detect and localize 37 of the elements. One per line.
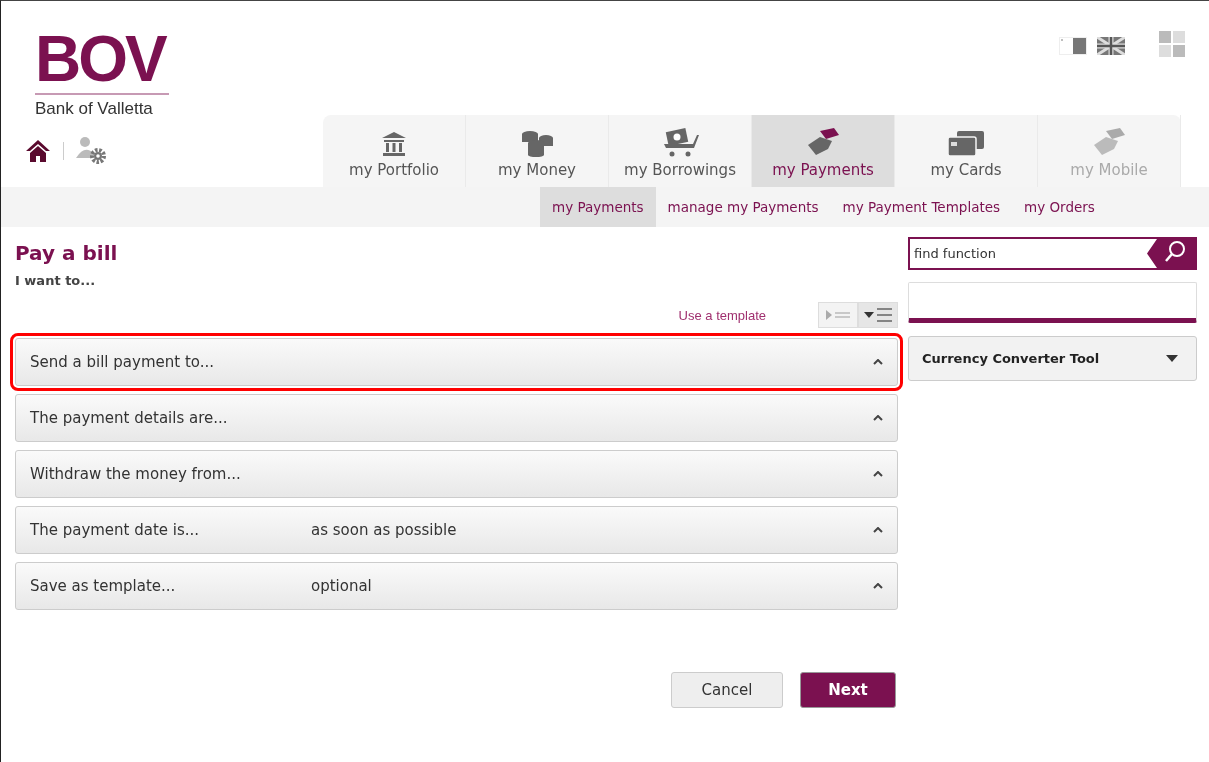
credit-cards-icon: [947, 129, 985, 157]
subnav-tab[interactable]: my Payments: [540, 187, 656, 227]
accordion-section[interactable]: The payment date is... as soon as possible: [15, 506, 898, 554]
chevron-up-icon: [873, 359, 883, 365]
use-template-link[interactable]: Use a template: [678, 307, 766, 323]
user-settings-icon[interactable]: [76, 136, 108, 166]
collapsed-list-icon: [825, 309, 851, 321]
subnav-tab[interactable]: my Orders: [1012, 187, 1107, 227]
hand-payment-icon: [1092, 127, 1126, 157]
chevron-up-icon: [873, 415, 883, 421]
accordion-section[interactable]: Save as template... optional: [15, 562, 898, 610]
search-icon[interactable]: [1147, 237, 1197, 270]
cart-icon: [661, 127, 699, 157]
expand-all-button[interactable]: [858, 302, 898, 328]
caret-icon: [1166, 355, 1178, 362]
subnav-tab[interactable]: manage my Payments: [655, 187, 831, 227]
page-title: Pay a bill: [15, 241, 119, 265]
uk-flag-icon[interactable]: [1097, 37, 1125, 55]
expanded-list-icon: [863, 307, 893, 323]
widget-dropdown[interactable]: Currency Converter Tool: [908, 336, 1197, 381]
nav-tab[interactable]: my Payments: [752, 115, 895, 187]
bank-icon: [381, 131, 407, 157]
page-subtitle: I want to...: [15, 273, 97, 288]
search-field[interactable]: find function: [908, 237, 1147, 270]
cancel-button[interactable]: Cancel: [671, 672, 783, 708]
hand-payment-icon: [806, 127, 840, 157]
malta-flag-icon[interactable]: [1059, 37, 1087, 55]
bank-name: Bank of Valletta: [35, 99, 154, 119]
chevron-up-icon: [873, 471, 883, 477]
accordion-section[interactable]: The payment details are...: [15, 394, 898, 442]
accordion-section[interactable]: Withdraw the money from...: [15, 450, 898, 498]
next-button[interactable]: Next: [800, 672, 896, 708]
subnav-tab[interactable]: my Payment Templates: [830, 187, 1013, 227]
logo-wordmark: BOV: [35, 31, 169, 95]
chevron-up-icon: [873, 583, 883, 589]
chevron-up-icon: [873, 527, 883, 533]
home-icon[interactable]: [25, 139, 51, 163]
